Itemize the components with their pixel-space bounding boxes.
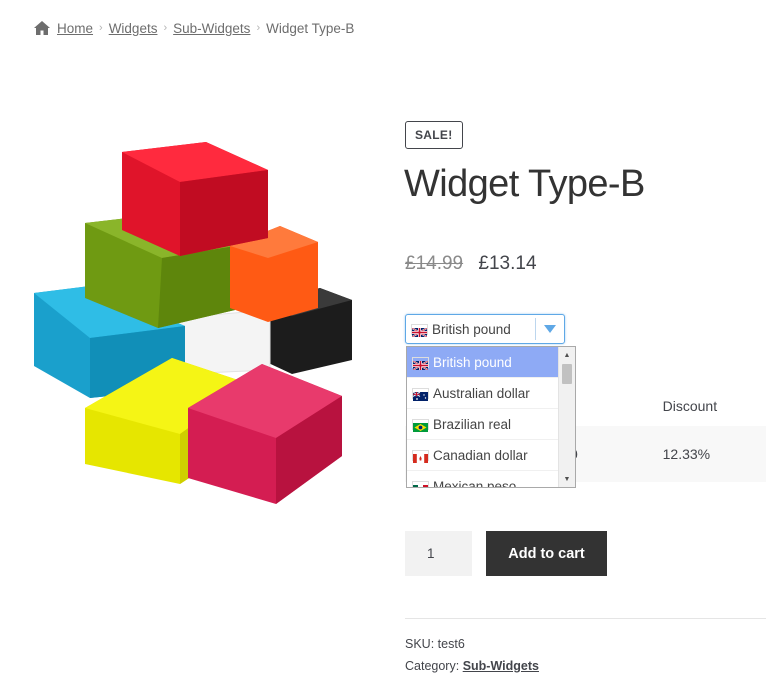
currency-option-label: Australian dollar	[433, 385, 530, 401]
currency-option-label: British pound	[433, 354, 512, 370]
product-category: Category: Sub-Widgets	[405, 659, 539, 673]
canada-flag-icon	[412, 449, 429, 463]
breadcrumb-widgets[interactable]: Widgets	[109, 21, 158, 36]
scroll-down-arrow-icon[interactable]: ▼	[559, 471, 575, 487]
category-link[interactable]: Sub-Widgets	[463, 659, 539, 673]
table-header-discount: Discount	[662, 398, 718, 414]
breadcrumb-sub-widgets[interactable]: Sub-Widgets	[173, 21, 250, 36]
breadcrumb-separator: ›	[256, 22, 261, 34]
currency-select-value: British pound	[406, 321, 535, 338]
product-title: Widget Type-B	[404, 163, 645, 205]
australia-flag-icon	[412, 387, 429, 401]
product-sku: SKU: test6	[405, 637, 465, 651]
currency-option-aud[interactable]: Australian dollar	[407, 378, 560, 409]
dropdown-scrollbar[interactable]: ▲ ▼	[558, 347, 575, 487]
currency-option-label: Canadian dollar	[433, 447, 528, 463]
breadcrumb-home[interactable]: Home	[57, 21, 93, 36]
brazil-flag-icon	[412, 418, 429, 432]
regular-price: £14.99	[405, 253, 464, 274]
uk-flag-icon	[411, 323, 428, 338]
category-label: Category:	[405, 659, 460, 673]
table-cell-discount: 12.33%	[662, 446, 711, 462]
currency-option-cad[interactable]: Canadian dollar	[407, 440, 560, 471]
currency-option-label: Brazilian real	[433, 416, 512, 432]
sku-label: SKU:	[405, 637, 435, 651]
currency-option-label: Mexican peso	[433, 478, 517, 488]
breadcrumb-separator: ›	[99, 22, 103, 34]
currency-option-brl[interactable]: Brazilian real	[407, 409, 560, 440]
sku-value: test6	[437, 637, 465, 651]
breadcrumb-current: Widget Type-B	[266, 20, 355, 36]
product-image[interactable]	[30, 138, 360, 510]
sale-badge: SALE!	[405, 121, 463, 149]
scroll-up-arrow-icon[interactable]: ▲	[559, 347, 575, 363]
chevron-down-icon[interactable]	[536, 314, 564, 344]
currency-option-mxn[interactable]: Mexican peso	[407, 471, 560, 488]
divider	[405, 618, 766, 619]
add-to-cart-button[interactable]: Add to cart	[486, 531, 607, 576]
currency-select[interactable]: British pound	[405, 314, 565, 344]
uk-flag-icon	[412, 356, 429, 371]
sale-price: £13.14	[478, 253, 537, 274]
mexico-flag-icon	[412, 480, 429, 487]
currency-dropdown-list[interactable]: British pound Australian dollar Brazilia…	[406, 346, 576, 488]
currency-option-gbp[interactable]: British pound	[407, 347, 560, 378]
breadcrumb-separator: ›	[163, 22, 168, 34]
currency-options: British pound Australian dollar Brazilia…	[407, 347, 560, 488]
quantity-input[interactable]	[405, 531, 472, 576]
currency-selected-label: British pound	[432, 321, 511, 337]
home-icon[interactable]	[34, 21, 50, 35]
breadcrumb: Home › Widgets › Sub-Widgets › Widget Ty…	[34, 19, 354, 37]
scrollbar-thumb[interactable]	[562, 364, 572, 384]
product-price: £14.99 £13.14	[405, 253, 537, 275]
